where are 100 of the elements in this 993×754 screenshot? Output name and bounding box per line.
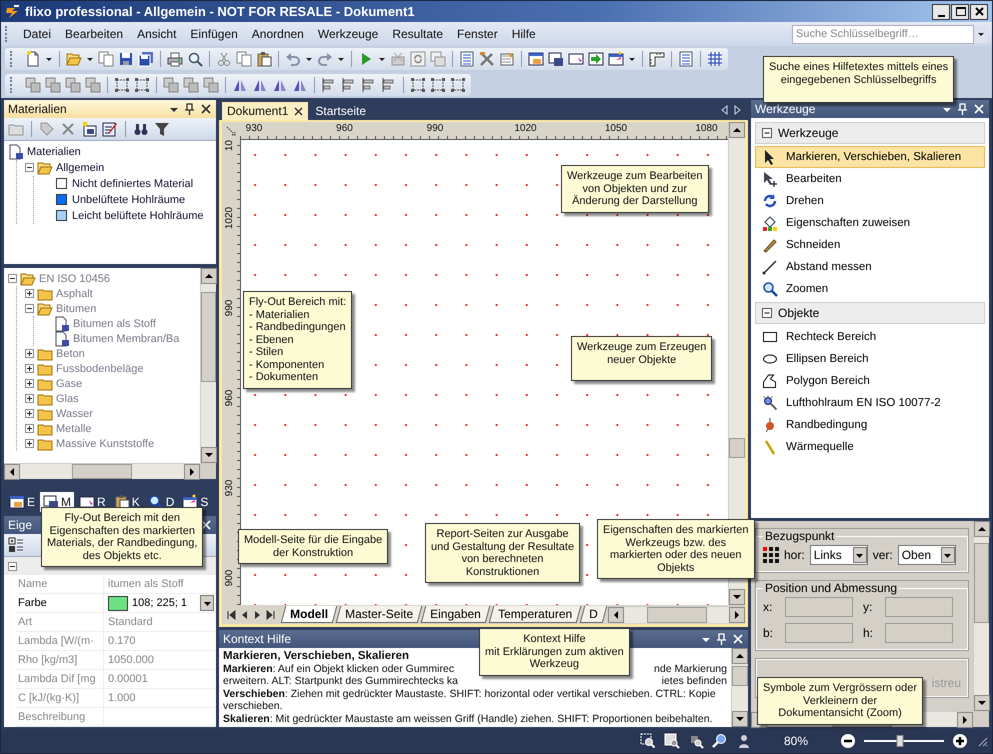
tree-toggle[interactable] [25, 304, 34, 314]
vertical-scrollbar[interactable] [973, 521, 989, 711]
grid-icon[interactable] [707, 51, 723, 67]
tool-item[interactable]: Rechteck Bereich [755, 326, 985, 348]
zoom-page-icon[interactable] [664, 733, 680, 749]
dropdown-button[interactable] [200, 595, 214, 611]
tool-item[interactable]: Drehen [755, 190, 985, 212]
tool-item[interactable]: Randbedingung [755, 414, 985, 436]
up-arrow-icon[interactable] [732, 126, 742, 134]
list-icon[interactable] [678, 51, 694, 67]
close-icon[interactable] [200, 102, 212, 115]
printer-icon[interactable] [167, 51, 183, 67]
tree-toggle[interactable] [25, 439, 34, 448]
collapse-toggle[interactable] [762, 308, 772, 318]
squares-icon[interactable] [163, 77, 179, 93]
sheet-tab[interactable]: Modell [280, 606, 338, 623]
zoom-slider[interactable] [864, 735, 944, 747]
categorized-view-icon[interactable] [8, 537, 24, 553]
origin-icon[interactable] [225, 125, 237, 137]
tree-item[interactable]: Wasser [25, 406, 196, 422]
scroll-thumb[interactable] [201, 292, 216, 382]
tree-toggle[interactable] [25, 394, 34, 404]
new-window-icon[interactable] [81, 120, 97, 137]
tree-toggle[interactable] [25, 289, 34, 298]
tree-item[interactable]: Leicht belüftete Hohlräume [42, 208, 212, 224]
squares-icon[interactable] [65, 77, 81, 93]
dropdown[interactable]: Oben [898, 545, 956, 565]
reference-grid-icon[interactable] [763, 546, 779, 564]
tree-item[interactable]: Materialien [8, 144, 212, 160]
right-arrow-icon[interactable] [733, 610, 741, 620]
window-icon[interactable] [548, 51, 564, 67]
tree-item[interactable]: Unbelüftete Hohlräume [42, 192, 212, 208]
tool-item[interactable]: Ellipsen Bereich [755, 348, 985, 370]
search-field[interactable]: Suche Schlüsselbegriff… [792, 24, 974, 44]
menu-item[interactable]: Hilfe [504, 25, 543, 43]
delete-icon[interactable] [60, 120, 76, 137]
menu-item[interactable]: Bearbeiten [58, 25, 130, 43]
right-arrow-icon[interactable] [961, 715, 969, 725]
left-arrow-icon[interactable] [612, 610, 620, 620]
last-page-icon[interactable] [265, 610, 276, 620]
tree-item[interactable]: Glas [25, 391, 196, 406]
sheet-tab[interactable]: Temperaturen [488, 606, 582, 623]
vertical-scrollbar[interactable] [731, 648, 748, 727]
down-arrow-icon[interactable] [977, 699, 987, 707]
page-icon[interactable] [25, 51, 41, 67]
tree-item[interactable]: Bitumen als Stoff [42, 316, 196, 332]
tree-toggle[interactable] [8, 562, 17, 570]
collapse-toggle[interactable] [762, 128, 772, 138]
tool-item[interactable]: Polygon Bereich [755, 370, 985, 392]
dropdown[interactable]: Links [810, 545, 868, 565]
tool-item[interactable]: Eigenschaften zuweisen [755, 212, 985, 234]
refresh-icon[interactable] [410, 51, 426, 67]
up-arrow-icon[interactable] [977, 525, 987, 533]
tree-item[interactable]: Fussbodenbeläge [25, 361, 196, 376]
tree-item[interactable]: Nicht definiertes Material [42, 176, 212, 192]
tree-item[interactable]: Bitumen [25, 301, 196, 316]
tool-item[interactable]: Markieren, Verschieben, Skalieren [755, 146, 985, 168]
tree-toggle[interactable] [25, 349, 34, 358]
sheet-tab[interactable]: D [580, 606, 607, 623]
horizontal-scrollbar[interactable] [4, 463, 200, 480]
window-icon[interactable] [608, 51, 624, 67]
tool-item[interactable]: Zoomen [755, 278, 985, 300]
sheet-tab[interactable]: Eingaben [420, 606, 490, 623]
squares-icon[interactable] [25, 77, 41, 93]
arrow-icon[interactable] [588, 51, 604, 67]
tree-item[interactable]: Allgemein [25, 160, 212, 176]
tree-item[interactable]: Gase [25, 376, 196, 392]
menu-item[interactable]: Resultate [385, 25, 450, 43]
squares-icon[interactable] [85, 77, 101, 93]
scroll-thumb[interactable] [974, 543, 989, 623]
sheet-tab[interactable]: Master-Seite [336, 606, 422, 623]
left-arrow-icon[interactable] [8, 467, 16, 478]
scroll-thumb[interactable] [729, 438, 745, 458]
zoom-in-icon[interactable] [712, 733, 728, 749]
zoom-window-icon[interactable] [640, 733, 656, 749]
tool-item[interactable]: Bearbeiten [755, 168, 985, 190]
menu-item[interactable]: Fenster [450, 25, 505, 43]
document-tab[interactable]: Startseite [310, 102, 372, 120]
window-icon[interactable] [528, 51, 544, 67]
tools-icon[interactable] [479, 51, 495, 67]
zoom-out-button[interactable] [840, 733, 856, 749]
flyout-tab[interactable]: E [6, 492, 38, 512]
squares-icon[interactable] [45, 77, 61, 93]
zoom-in-button[interactable] [952, 733, 968, 749]
close-icon[interactable] [294, 106, 304, 116]
scissors-icon[interactable] [216, 51, 232, 67]
frame-icon[interactable] [430, 77, 446, 93]
tree-item[interactable]: Asphalt [25, 286, 196, 302]
tree-toggle[interactable] [25, 424, 34, 434]
pages-icon[interactable] [236, 51, 252, 67]
dropdown-button[interactable] [974, 26, 988, 42]
horizontal-scrollbar[interactable] [608, 606, 745, 623]
frame-icon[interactable] [134, 77, 150, 93]
scroll-thumb[interactable] [72, 464, 132, 480]
squares-icon[interactable] [183, 77, 199, 93]
tree-item[interactable]: Bitumen Membran/Ba [42, 331, 196, 346]
tool-item[interactable]: Abstand messen [755, 256, 985, 278]
menu-item[interactable]: Werkzeuge [310, 25, 386, 43]
tree-item[interactable]: EN ISO 10456 [8, 271, 196, 286]
ruler-icon[interactable] [649, 51, 665, 67]
